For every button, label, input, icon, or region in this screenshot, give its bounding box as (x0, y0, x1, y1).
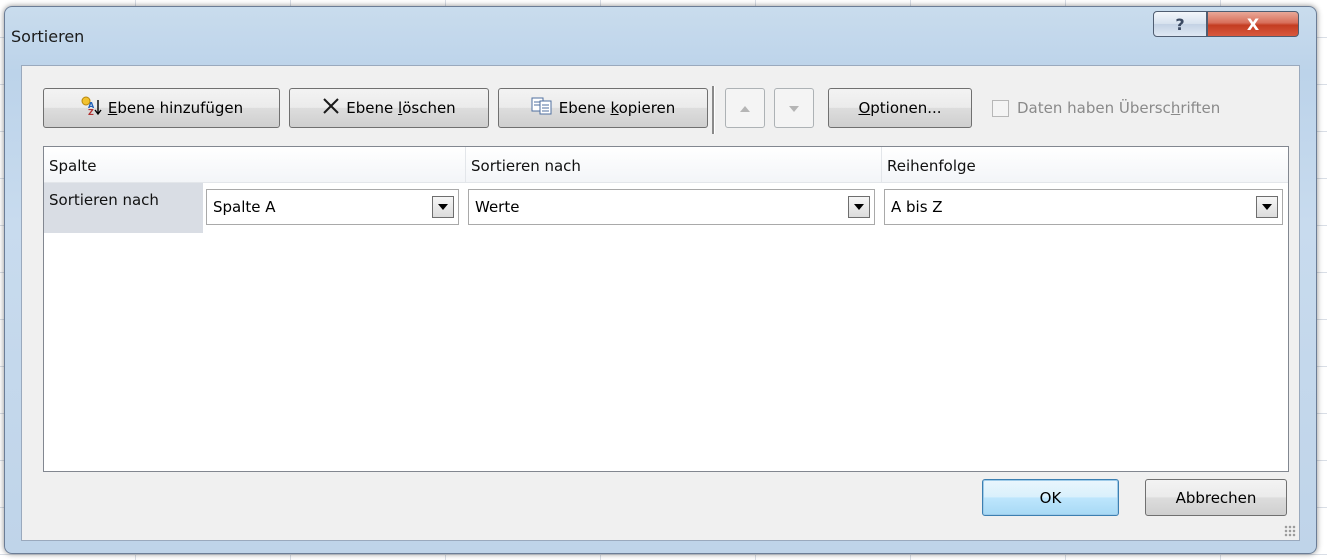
column-select-value: Spalte A (213, 198, 276, 216)
chevron-down-icon[interactable] (432, 196, 454, 218)
headers-checkbox[interactable] (992, 99, 1009, 117)
delete-level-label: Ebene löschen (346, 99, 456, 117)
sort-on-select-value: Werte (475, 198, 520, 216)
headers-checkbox-row[interactable]: Daten haben Überschriften (992, 96, 1220, 120)
help-icon: ? (1175, 14, 1185, 34)
copy-level-button[interactable]: Ebene kopieren (498, 88, 708, 128)
svg-text:Z: Z (88, 108, 94, 116)
order-select[interactable]: A bis Z (884, 189, 1283, 225)
chevron-down-icon[interactable] (848, 196, 870, 218)
dialog-title: Sortieren (11, 27, 85, 46)
title-bar: Sortieren ? X (5, 7, 1316, 65)
order-select-value: A bis Z (891, 198, 943, 216)
add-level-label: Ebene hinzufügen (107, 99, 244, 117)
help-button[interactable]: ? (1153, 11, 1207, 37)
close-icon: X (1246, 14, 1260, 34)
toolbar: A Z Ebene hinzufügen Ebene löschen Ebene… (22, 66, 1299, 146)
options-label: Optionen... (858, 99, 942, 117)
move-down-button[interactable] (774, 88, 814, 128)
chevron-down-icon[interactable] (1256, 196, 1278, 218)
x-delete-icon (322, 97, 340, 119)
sort-levels-grid: Spalte Sortieren nach Reihenfolge Sortie… (43, 146, 1289, 472)
headers-checkbox-label: Daten haben Überschriften (1017, 99, 1221, 117)
toolbar-separator (712, 86, 715, 134)
delete-level-button[interactable]: Ebene löschen (289, 88, 489, 128)
sort-dialog: Sortieren ? X A Z Ebene hinzufügen Ebene… (4, 6, 1317, 554)
row-label: Sortieren nach (44, 183, 203, 233)
copy-icon (531, 97, 553, 119)
options-button[interactable]: Optionen... (828, 88, 972, 128)
header-order: Reihenfolge (882, 147, 1288, 183)
cancel-button[interactable]: Abbrechen (1145, 479, 1287, 516)
column-select[interactable]: Spalte A (206, 189, 459, 225)
close-button[interactable]: X (1207, 11, 1299, 37)
header-column: Spalte (44, 147, 466, 183)
triangle-up-icon (739, 99, 751, 117)
triangle-down-icon (788, 99, 800, 117)
sort-on-select[interactable]: Werte (468, 189, 875, 225)
resize-grip[interactable] (1284, 525, 1296, 537)
header-sort-on: Sortieren nach (466, 147, 882, 183)
copy-level-label: Ebene kopieren (558, 99, 676, 117)
add-level-icon: A Z (80, 96, 102, 120)
dialog-client-area: A Z Ebene hinzufügen Ebene löschen Ebene… (21, 65, 1300, 541)
add-level-button[interactable]: A Z Ebene hinzufügen (43, 88, 280, 128)
move-up-button[interactable] (725, 88, 765, 128)
ok-button[interactable]: OK (982, 479, 1119, 516)
